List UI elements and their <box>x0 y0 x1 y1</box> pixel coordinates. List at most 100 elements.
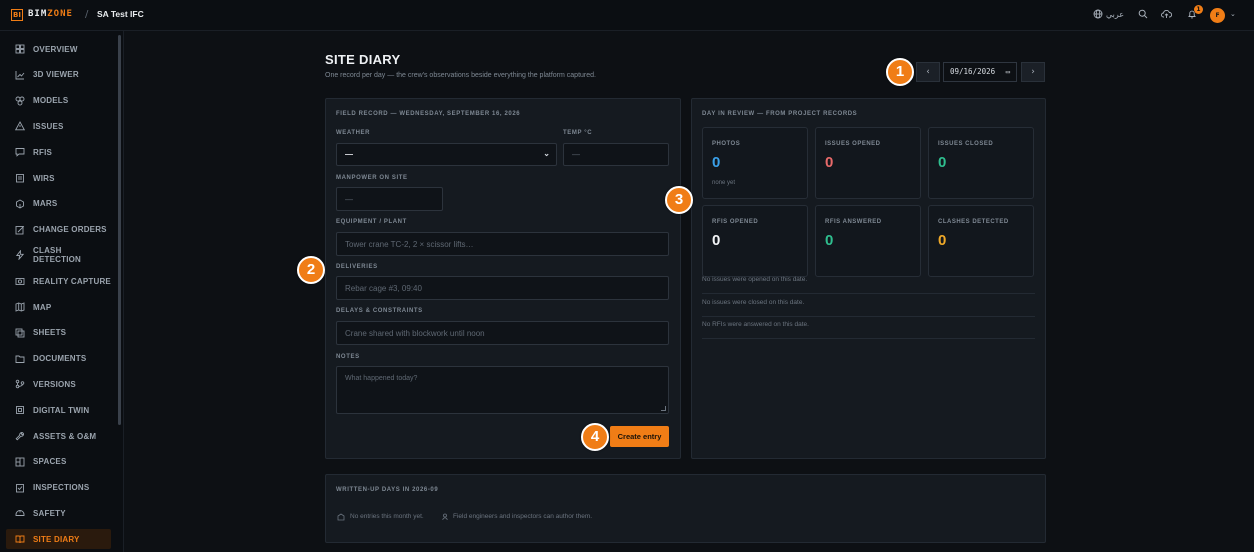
authoring-hint: Field engineers and inspectors can autho… <box>453 513 593 520</box>
sidebar-item-label: OVERVIEW <box>33 44 78 54</box>
review-line: No issues were opened on this date. <box>702 272 1035 294</box>
written-up-days-title: WRITTEN-UP DAYS IN 2026-09 <box>336 487 439 493</box>
stat-value: 0 <box>712 154 721 171</box>
notes-placeholder: What happened today? <box>345 375 418 382</box>
project-name[interactable]: SA Test IFC <box>97 9 144 19</box>
sidebar-item-map[interactable]: MAP <box>6 297 111 317</box>
chart-icon <box>15 70 25 80</box>
page-title: SITE DIARY <box>325 52 401 67</box>
annotation-marker-2: 2 <box>297 256 325 284</box>
sidebar-scrollbar[interactable] <box>118 35 121 425</box>
equipment-label: EQUIPMENT / PLANT <box>336 219 407 225</box>
sidebar-item-label: SPACES <box>33 457 67 467</box>
spaces-icon <box>15 457 25 467</box>
sidebar-item-versions[interactable]: VERSIONS <box>6 374 111 394</box>
models-icon <box>15 96 25 106</box>
sidebar-item-documents[interactable]: DOCUMENTS <box>6 349 111 369</box>
sidebar-item-label: CLASH DETECTION <box>33 246 82 265</box>
sidebar-item-issues[interactable]: ISSUES <box>6 116 111 136</box>
sidebar-item-rfis[interactable]: RFIS <box>6 142 111 162</box>
map-icon <box>15 302 25 312</box>
weather-select[interactable]: — ⌄ <box>336 143 557 166</box>
breadcrumb-separator: / <box>85 9 89 20</box>
sidebar-item-reality-capture[interactable]: REALITY CAPTURE <box>6 271 111 291</box>
sidebar-item-label: SHEETS <box>33 328 67 338</box>
sidebar-item-clash-detection[interactable]: CLASH DETECTION <box>6 245 111 265</box>
sidebar-item-label: ISSUES <box>33 121 64 131</box>
resize-handle-icon[interactable] <box>661 406 666 411</box>
empty-message: No entries this month yet. <box>350 513 424 520</box>
previous-day-button[interactable]: ‹ <box>916 62 940 82</box>
sidebar-item-label: INSPECTIONS <box>33 483 90 493</box>
logo-text-b: ZONE <box>47 9 73 19</box>
sidebar-item-overview[interactable]: OVERVIEW <box>6 39 111 59</box>
sidebar-item-label: MODELS <box>33 96 69 106</box>
sidebar-item-sheets[interactable]: SHEETS <box>6 323 111 343</box>
chevron-down-icon: ⌄ <box>543 149 550 158</box>
notes-textarea[interactable]: What happened today? <box>336 366 669 414</box>
language-toggle[interactable]: عربي <box>1106 10 1124 19</box>
sidebar-item-label: MARS <box>33 199 58 209</box>
stat-card-issues-opened[interactable]: ISSUES OPENED 0 <box>815 127 921 199</box>
date-picker-input[interactable]: 09/16/2026 ▭ <box>943 62 1017 82</box>
upload-cloud-icon[interactable] <box>1161 9 1173 21</box>
logo[interactable]: BIMZONE <box>28 9 73 19</box>
stat-card-photos[interactable]: PHOTOS 0 none yet <box>702 127 808 199</box>
globe-icon[interactable] <box>1093 9 1105 21</box>
temperature-input[interactable]: — <box>563 143 669 166</box>
date-value: 09/16/2026 <box>950 67 996 76</box>
review-line: No RFIs were answered on this date. <box>702 317 1035 339</box>
stat-value: 0 <box>825 232 834 249</box>
sidebar-item-models[interactable]: MODELS <box>6 91 111 111</box>
stat-label: ISSUES CLOSED <box>938 141 994 147</box>
stat-note: none yet <box>712 180 736 186</box>
manpower-placeholder: — <box>345 194 353 204</box>
warning-icon <box>15 121 25 131</box>
sidebar-item-spaces[interactable]: SPACES <box>6 452 111 472</box>
sidebar-item-label: SAFETY <box>33 508 66 518</box>
twin-icon <box>15 405 25 415</box>
equipment-input[interactable]: Tower crane TC-2, 2 × scissor lifts… <box>336 232 669 256</box>
delays-input[interactable]: Crane shared with blockwork until noon <box>336 321 669 345</box>
calendar-icon[interactable]: ▭ <box>1006 63 1010 81</box>
sidebar-item-mars[interactable]: MARS <box>6 194 111 214</box>
search-icon[interactable] <box>1138 9 1150 21</box>
sidebar-item-change-orders[interactable]: CHANGE ORDERS <box>6 220 111 240</box>
sidebar-item-label: WIRS <box>33 173 55 183</box>
notification-badge: 1 <box>1194 5 1203 14</box>
stat-label: RFIS OPENED <box>712 219 759 225</box>
sidebar-item-safety[interactable]: SAFETY <box>6 503 111 523</box>
stat-value: 0 <box>938 154 947 171</box>
stat-card-rfis-answered[interactable]: RFIS ANSWERED 0 <box>815 205 921 277</box>
sidebar-item-label: 3D VIEWER <box>33 70 79 80</box>
logo-text-a: BIM <box>28 9 48 19</box>
sidebar-item-inspections[interactable]: INSPECTIONS <box>6 478 111 498</box>
stat-label: RFIS ANSWERED <box>825 219 882 225</box>
manpower-input[interactable]: — <box>336 187 443 211</box>
deliveries-input[interactable]: Rebar cage #3, 09:40 <box>336 276 669 300</box>
avatar[interactable]: F <box>1210 8 1225 23</box>
temperature-label: TEMP °C <box>563 130 593 136</box>
next-day-button[interactable]: › <box>1021 62 1045 82</box>
clipboard-icon <box>15 173 25 183</box>
create-entry-button[interactable]: Create entry <box>610 426 669 447</box>
stat-card-clashes-detected[interactable]: CLASHES DETECTED 0 <box>928 205 1034 277</box>
sidebar-item-assets-o-m[interactable]: ASSETS & O&M <box>6 426 111 446</box>
stat-card-rfis-opened[interactable]: RFIS OPENED 0 <box>702 205 808 277</box>
sidebar-item-label: REALITY CAPTURE <box>33 276 111 286</box>
sidebar-item-label: DOCUMENTS <box>33 354 87 364</box>
logo-mark[interactable]: BI <box>11 9 23 21</box>
sidebar-item-site-diary[interactable]: SITE DIARY <box>6 529 111 550</box>
field-record-title: FIELD RECORD — WEDNESDAY, SEPTEMBER 16, … <box>336 111 521 117</box>
sidebar-item-digital-twin[interactable]: DIGITAL TWIN <box>6 400 111 420</box>
stat-card-issues-closed[interactable]: ISSUES CLOSED 0 <box>928 127 1034 199</box>
stat-value: 0 <box>712 232 721 249</box>
chevron-down-icon[interactable]: ⌄ <box>1230 10 1236 18</box>
zap-icon <box>15 250 25 261</box>
sidebar-item-label: DIGITAL TWIN <box>33 405 90 415</box>
notes-label: NOTES <box>336 354 360 360</box>
sidebar-item-wirs[interactable]: WIRS <box>6 168 111 188</box>
weather-label: WEATHER <box>336 130 371 136</box>
temperature-placeholder: — <box>572 150 580 159</box>
sidebar-item-3d-viewer[interactable]: 3D VIEWER <box>6 65 111 85</box>
